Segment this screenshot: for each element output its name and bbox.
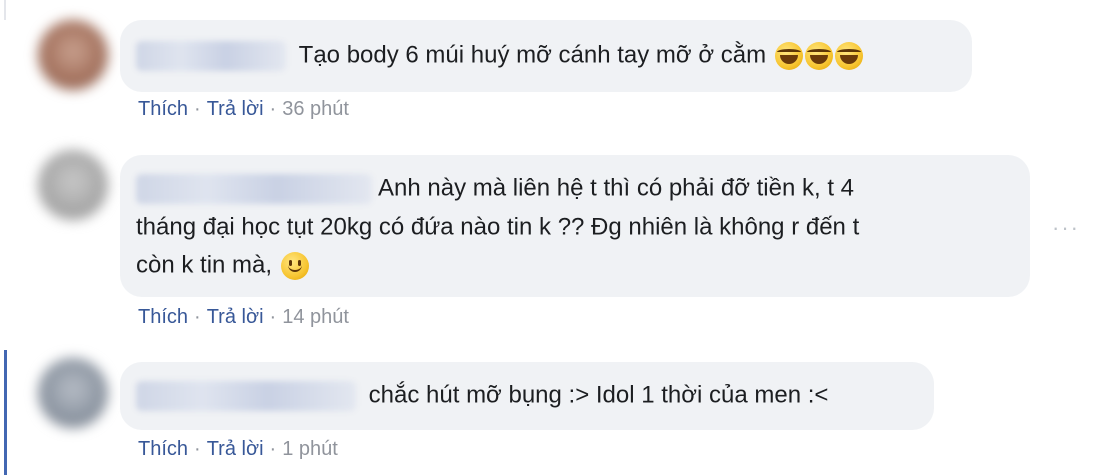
reply-button[interactable]: Trả lời <box>207 438 264 460</box>
separator: · <box>194 438 201 460</box>
avatar[interactable] <box>38 358 108 428</box>
separator: · <box>269 306 277 328</box>
timestamp[interactable]: 14 phút <box>282 306 349 328</box>
avatar[interactable] <box>38 20 108 90</box>
commenter-name[interactable] <box>136 380 356 411</box>
comment-text: Tạo body 6 múi huý mỡ cánh tay mỡ ở cằm <box>298 41 767 69</box>
comment-bubble: chắc hút mỡ bụng :> Idol 1 thời của men … <box>120 362 934 430</box>
separator: · <box>269 438 277 460</box>
comment-actions: Thích · Trả lời · 14 phút <box>138 306 349 329</box>
like-button[interactable]: Thích <box>138 98 188 120</box>
comment-bubble: Tạo body 6 múi huý mỡ cánh tay mỡ ở cằm <box>120 20 972 92</box>
avatar[interactable] <box>38 150 108 220</box>
like-button[interactable]: Thích <box>138 306 188 328</box>
timestamp[interactable]: 36 phút <box>282 98 349 120</box>
like-button[interactable]: Thích <box>138 438 188 460</box>
commenter-name[interactable] <box>136 40 286 71</box>
laughing-crying-emoji-icon <box>774 41 803 70</box>
comment-actions: Thích · Trả lời · 1 phút <box>138 438 338 461</box>
smile-emoji-icon <box>280 251 309 280</box>
comment-actions: Thích · Trả lời · 36 phút <box>138 98 349 121</box>
comment-thread: Tạo body 6 múi huý mỡ cánh tay mỡ ở cằm … <box>0 0 1097 475</box>
laughing-crying-emoji-icon <box>834 41 863 70</box>
comment-text-line-3: còn k tin mà, <box>136 251 273 279</box>
separator: · <box>194 98 201 120</box>
comment-text-line-2: tháng đại học tụt 20kg có đứa nào tin k … <box>136 213 860 241</box>
separator: · <box>269 98 277 120</box>
separator: · <box>194 306 201 328</box>
laughing-crying-emoji-icon <box>804 41 833 70</box>
comment-text-line-1: Anh này mà liên hệ t thì có phải đỡ tiền… <box>378 174 855 202</box>
thread-connector <box>4 0 6 20</box>
thread-highlight-line <box>4 350 7 475</box>
timestamp[interactable]: 1 phút <box>282 438 338 460</box>
comment-text: chắc hút mỡ bụng :> Idol 1 thời của men … <box>368 381 829 409</box>
reply-button[interactable]: Trả lời <box>207 98 264 120</box>
more-options-icon[interactable]: ··· <box>1052 215 1080 241</box>
comment-bubble: Anh này mà liên hệ t thì có phải đỡ tiền… <box>120 155 1030 297</box>
commenter-name[interactable] <box>136 173 372 204</box>
reply-button[interactable]: Trả lời <box>207 306 264 328</box>
